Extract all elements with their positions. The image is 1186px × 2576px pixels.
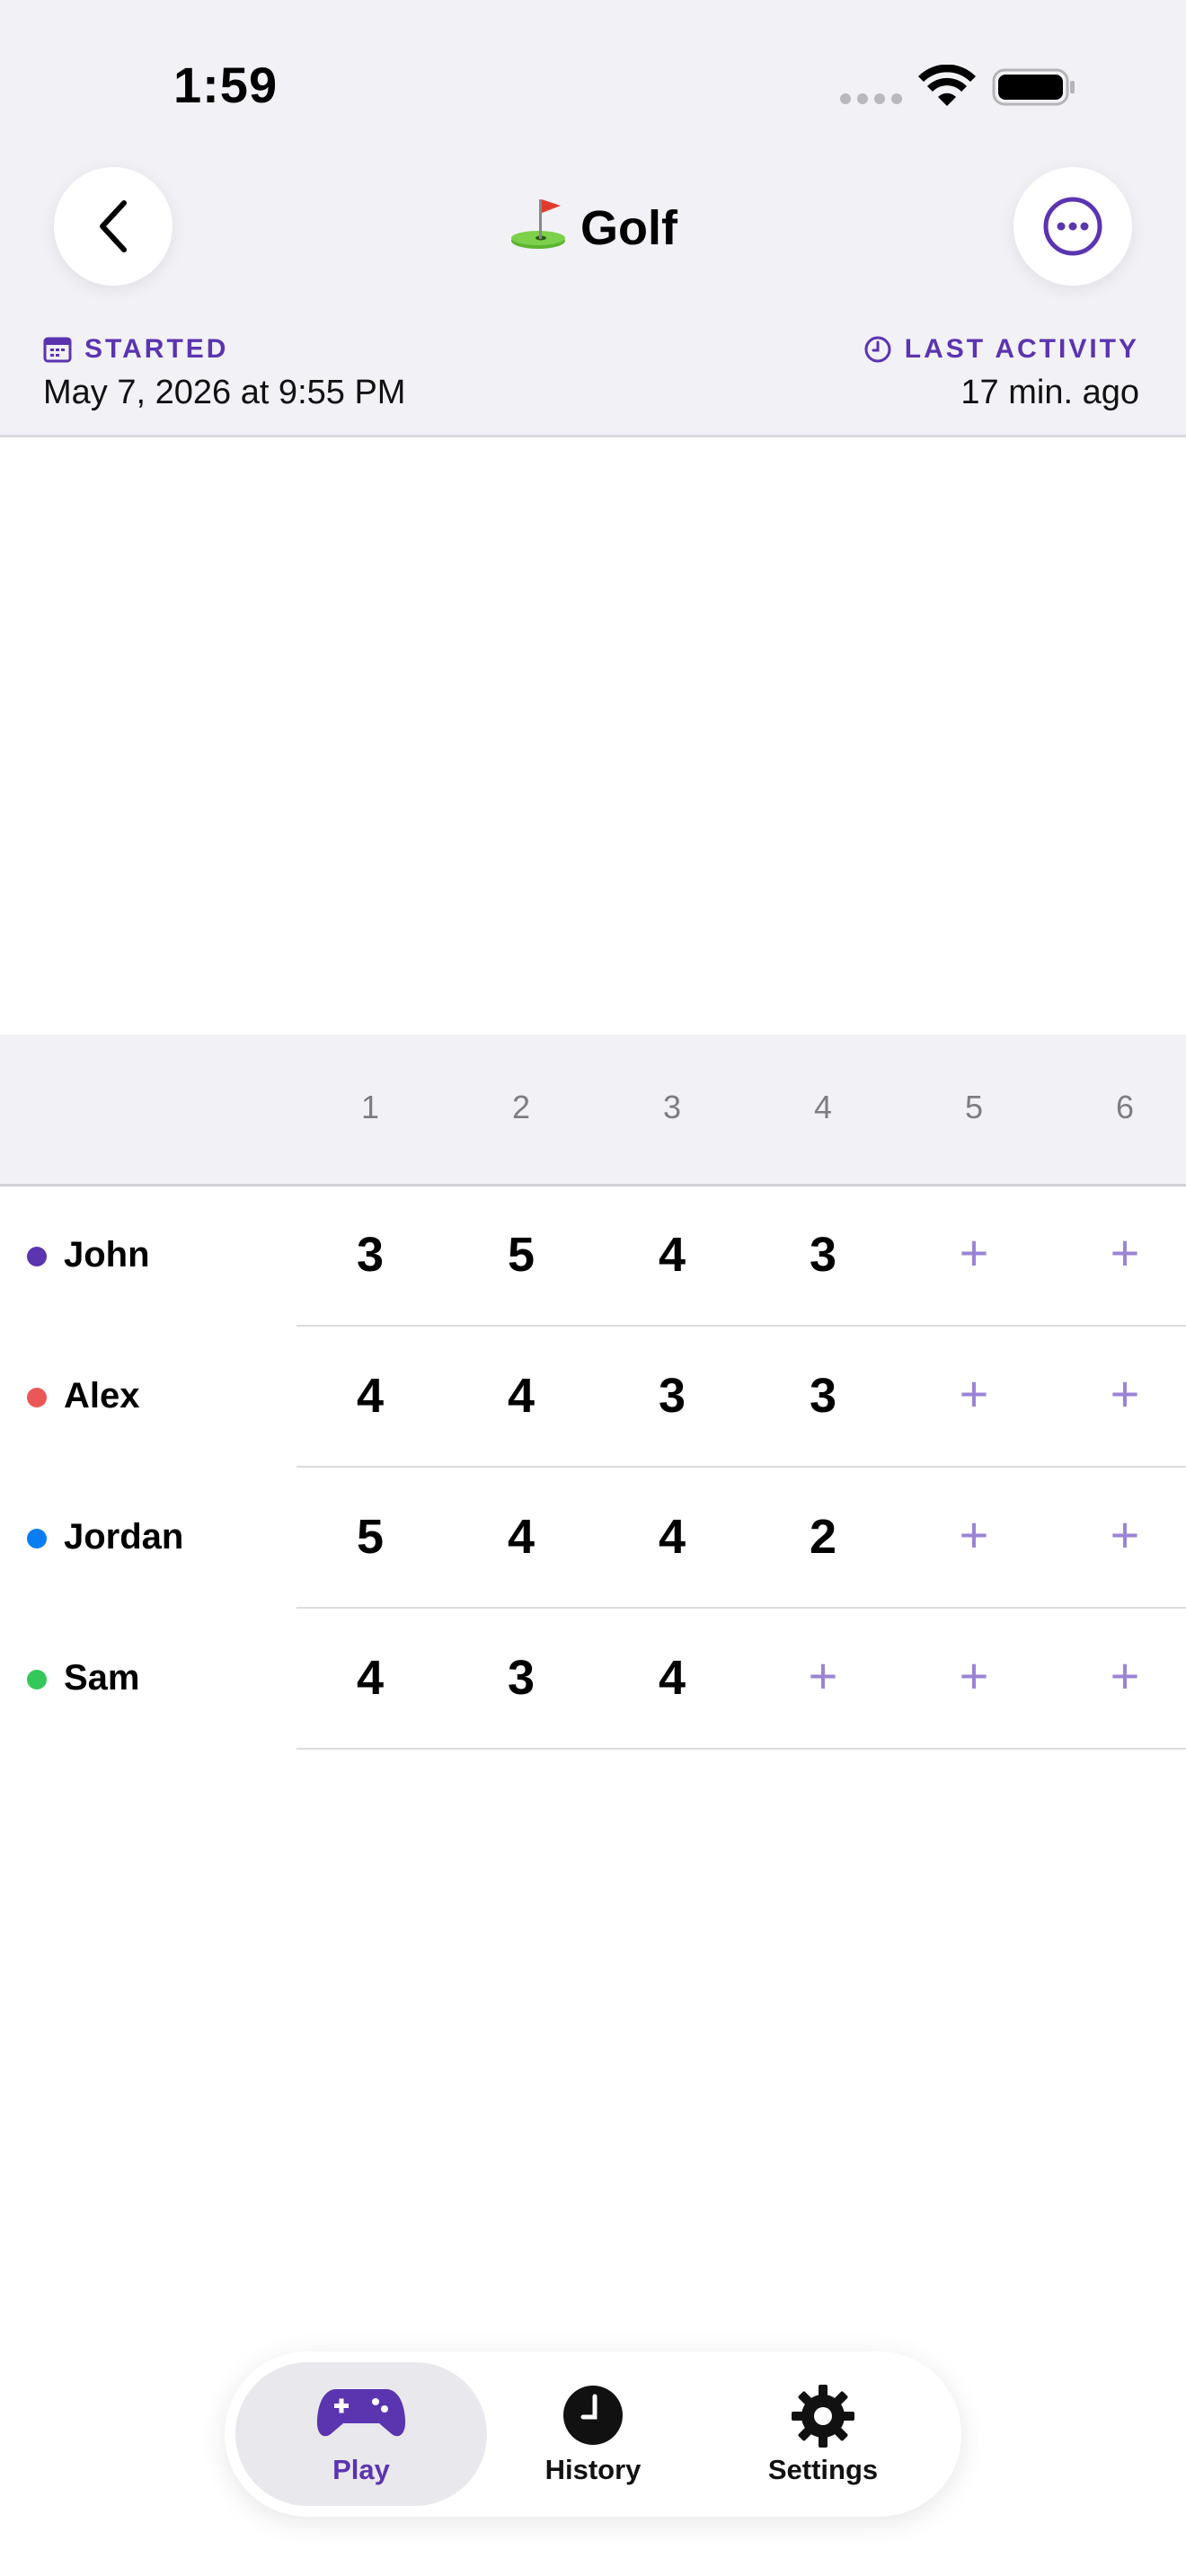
score-cell[interactable]: 4 — [618, 1227, 726, 1283]
started-value: May 7, 2026 at 9:55 PM — [43, 374, 406, 411]
started-label: STARTED — [43, 334, 228, 365]
calendar-icon — [43, 337, 72, 363]
player-color-dot — [27, 1670, 47, 1689]
hole-number: 6 — [1115, 1089, 1135, 1125]
tab-history[interactable]: History — [476, 2351, 710, 2517]
player-color-dot — [27, 1388, 47, 1407]
tab-label: History — [544, 2454, 642, 2485]
more-options-button[interactable] — [1013, 167, 1132, 286]
hole-number: 2 — [511, 1089, 531, 1125]
player-row: Sam 4 3 4 + + + — [0, 1609, 1186, 1750]
player-row: Alex 4 4 3 3 + + — [0, 1327, 1186, 1468]
player-name[interactable]: Jordan — [64, 1517, 183, 1557]
score-cell[interactable]: 4 — [316, 1368, 424, 1424]
gear-icon — [792, 2385, 854, 2448]
player-color-dot — [27, 1247, 47, 1266]
score-cell[interactable]: 4 — [618, 1650, 726, 1706]
tab-settings[interactable]: Settings — [706, 2351, 940, 2517]
score-cell[interactable]: 2 — [769, 1509, 877, 1565]
hole-number: 5 — [964, 1089, 984, 1125]
add-score-button[interactable]: + — [769, 1646, 877, 1705]
page-title: Golf — [0, 196, 1186, 256]
status-time: 1:59 — [173, 57, 279, 113]
gamecontroller-icon — [316, 2389, 406, 2437]
score-cell[interactable]: 4 — [467, 1368, 575, 1424]
score-cell[interactable]: 3 — [769, 1368, 877, 1424]
add-score-button[interactable]: + — [920, 1364, 1028, 1423]
add-score-button[interactable]: + — [1071, 1505, 1179, 1564]
player-name[interactable]: John — [64, 1235, 150, 1275]
player-name[interactable]: Alex — [64, 1376, 140, 1416]
tab-play[interactable]: Play — [244, 2351, 478, 2517]
battery-icon — [992, 68, 1075, 106]
clock-icon — [864, 336, 891, 363]
last-activity-value: 17 min. ago — [960, 374, 1139, 411]
add-score-button[interactable]: + — [1071, 1646, 1179, 1705]
clock-icon — [563, 2386, 623, 2445]
score-cell[interactable]: 4 — [618, 1509, 726, 1565]
hole-number: 4 — [813, 1089, 833, 1125]
tab-label: Play — [332, 2454, 390, 2485]
add-score-button[interactable]: + — [920, 1223, 1028, 1282]
score-cell[interactable]: 4 — [467, 1509, 575, 1565]
add-score-button[interactable]: + — [920, 1646, 1028, 1705]
hole-number: 1 — [360, 1089, 380, 1125]
tab-bar: Play History Settings — [225, 2351, 961, 2517]
score-cell[interactable]: 3 — [316, 1227, 424, 1283]
ellipsis-circle-icon — [1043, 197, 1102, 256]
last-activity-label: LAST ACTIVITY — [863, 334, 1139, 365]
player-color-dot — [27, 1529, 47, 1548]
score-cell[interactable]: 4 — [316, 1650, 424, 1706]
add-score-button[interactable]: + — [1071, 1223, 1179, 1282]
wifi-icon — [918, 65, 976, 106]
cellular-signal-icon — [840, 93, 902, 104]
hole-number: 3 — [662, 1089, 682, 1125]
add-score-button[interactable]: + — [1071, 1364, 1179, 1423]
add-score-button[interactable]: + — [920, 1505, 1028, 1564]
score-cell[interactable]: 3 — [618, 1368, 726, 1424]
score-cell[interactable]: 5 — [467, 1227, 575, 1283]
player-name[interactable]: Sam — [64, 1658, 140, 1698]
row-divider — [296, 1748, 1186, 1750]
golf-flag-emoji — [511, 199, 565, 249]
title-text: Golf — [580, 201, 677, 255]
score-cell[interactable]: 3 — [769, 1227, 877, 1283]
player-row: Jordan 5 4 4 2 + + — [0, 1468, 1186, 1609]
score-cell[interactable]: 3 — [467, 1650, 575, 1706]
player-row: John 3 5 4 3 + + — [0, 1186, 1186, 1327]
tab-label: Settings — [767, 2454, 879, 2485]
score-cell[interactable]: 5 — [316, 1509, 424, 1565]
